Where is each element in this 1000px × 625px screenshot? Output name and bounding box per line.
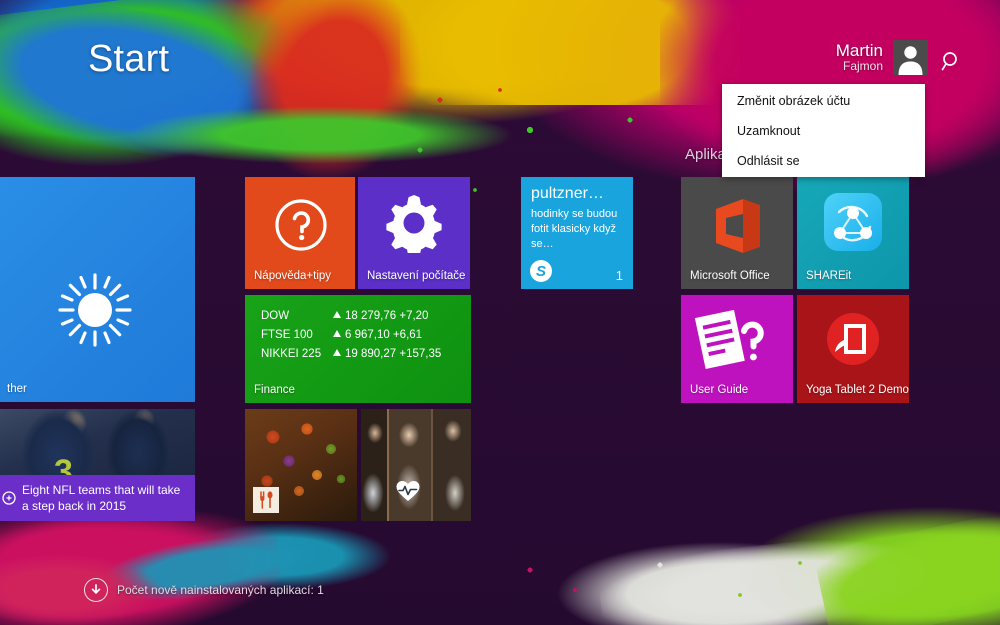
heart-pulse-icon: [395, 479, 421, 503]
finance-index-name: FTSE 100: [261, 328, 333, 342]
sun-icon: [50, 265, 140, 355]
finance-index-value: 19 890,27 +157,35: [333, 347, 441, 361]
tile-microsoft-office[interactable]: Microsoft Office: [681, 177, 793, 289]
page-title: Start: [88, 38, 169, 81]
skype-sender: pultzner…: [531, 185, 604, 203]
finance-row: NIKKEI 225 19 890,27 +157,35: [261, 347, 441, 361]
question-mark-icon: [273, 197, 329, 253]
tile-label-user-guide: User Guide: [690, 384, 748, 396]
download-arrow-icon: [84, 578, 108, 602]
menu-item-change-account-picture[interactable]: Změnit obrázek účtu: [722, 86, 925, 116]
tile-label-shareit: SHAREit: [806, 270, 851, 282]
tile-finance[interactable]: DOW 18 279,76 +7,20 FTSE 100 6 967,10 +6…: [245, 295, 471, 403]
status-bar: Počet nově nainstalovaných aplikací: 1: [84, 578, 324, 602]
account-name: Martin Fajmon: [836, 42, 883, 72]
finance-rows: DOW 18 279,76 +7,20 FTSE 100 6 967,10 +6…: [261, 309, 441, 366]
tile-label-help-and-tips: Nápověda+tipy: [254, 270, 331, 282]
menu-item-lock[interactable]: Uzamknout: [722, 116, 925, 146]
tile-label-finance: Finance: [254, 384, 295, 396]
tile-label-microsoft-office: Microsoft Office: [690, 270, 770, 282]
tile-label-pc-settings: Nastavení počítače: [367, 270, 465, 282]
account-context-menu[interactable]: Změnit obrázek účtu Uzamknout Odhlásit s…: [722, 84, 925, 177]
document-question-icon: [694, 309, 768, 371]
avatar[interactable]: [893, 40, 928, 75]
account-tile[interactable]: Martin Fajmon: [836, 40, 928, 75]
tile-weather[interactable]: ther: [0, 177, 195, 402]
user-avatar-icon: [893, 40, 928, 75]
tile-news[interactable]: 3 Eight NFL teams that will take a step …: [0, 409, 195, 521]
tile-food-and-drink[interactable]: [245, 409, 357, 521]
tile-skype[interactable]: pultzner… hodinky se budou fotit klasick…: [521, 177, 633, 289]
tile-label-weather: ther: [7, 383, 27, 395]
fork-spoon-icon: [253, 487, 279, 513]
skype-message-preview: hodinky se budou fotit klasicky když se…: [531, 207, 627, 252]
account-first-name: Martin: [836, 42, 883, 60]
tile-help-and-tips[interactable]: Nápověda+tipy: [245, 177, 355, 289]
news-headline: Eight NFL teams that will take a step ba…: [0, 475, 195, 521]
tile-yoga-tablet-2-demo[interactable]: Yoga Tablet 2 Demo: [797, 295, 909, 403]
tile-user-guide[interactable]: User Guide: [681, 295, 793, 403]
finance-row: FTSE 100 6 967,10 +6,61: [261, 328, 441, 342]
yoga-tablet-icon: [825, 311, 881, 367]
arrow-up-icon: [333, 330, 341, 337]
office-icon: [710, 197, 764, 255]
gear-icon: [384, 193, 444, 253]
account-last-name: Fajmon: [836, 60, 883, 73]
arrow-up-icon: [333, 311, 341, 318]
tile-label-yoga-tablet-2-demo: Yoga Tablet 2 Demo: [806, 384, 909, 396]
skype-badge-count: 1: [616, 268, 623, 283]
news-badge-icon: [2, 491, 16, 505]
arrow-up-icon: [333, 349, 341, 356]
search-button[interactable]: [938, 48, 966, 76]
finance-index-value: 6 967,10 +6,61: [333, 328, 422, 342]
shareit-icon: [824, 193, 882, 251]
finance-index-value: 18 279,76 +7,20: [333, 309, 428, 323]
finance-row: DOW 18 279,76 +7,20: [261, 309, 441, 323]
search-icon: [940, 50, 964, 74]
tile-pc-settings[interactable]: Nastavení počítače: [358, 177, 470, 289]
health-photo: [361, 409, 471, 521]
tile-shareit[interactable]: SHAREit: [797, 177, 909, 289]
tile-health-and-fitness[interactable]: [361, 409, 471, 521]
start-screen: Start Martin Fajmon Aplikace Změnit obrá…: [0, 0, 1000, 625]
menu-item-sign-out[interactable]: Odhlásit se: [722, 146, 925, 176]
finance-index-name: DOW: [261, 309, 333, 323]
skype-icon: S: [530, 260, 552, 282]
finance-index-name: NIKKEI 225: [261, 347, 333, 361]
status-text: Počet nově nainstalovaných aplikací: 1: [117, 583, 324, 597]
